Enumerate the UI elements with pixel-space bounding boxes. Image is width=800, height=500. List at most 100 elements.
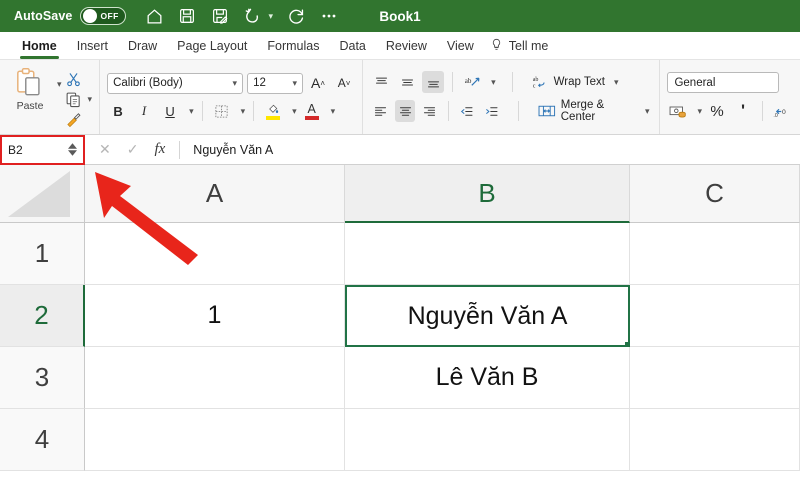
accounting-chevron-down-icon[interactable]: ▾ bbox=[697, 106, 702, 117]
wrap-text-button[interactable]: ab c Wrap Text ▾ bbox=[529, 74, 622, 91]
cell-a4[interactable] bbox=[85, 409, 345, 471]
lightbulb-icon bbox=[490, 37, 503, 55]
tab-data[interactable]: Data bbox=[329, 32, 375, 60]
insert-function-icon[interactable]: fx bbox=[154, 141, 165, 158]
fill-color-button[interactable] bbox=[262, 100, 284, 122]
tell-me-button[interactable]: Tell me bbox=[484, 32, 559, 60]
borders-chevron-down-icon[interactable]: ▾ bbox=[241, 106, 246, 117]
comma-format-button[interactable]: ' bbox=[732, 100, 754, 122]
name-box[interactable]: B2 bbox=[0, 134, 85, 165]
merge-center-button[interactable]: Merge & Center ▾ bbox=[535, 99, 652, 123]
excel-window: AutoSave OFF ▾ Book1 Home Insert Draw Pa… bbox=[0, 0, 800, 500]
font-name-chevron-down-icon[interactable]: ▾ bbox=[233, 78, 238, 89]
name-box-stepper[interactable] bbox=[68, 143, 77, 156]
cancel-entry-icon[interactable]: ✕ bbox=[99, 141, 111, 158]
confirm-entry-icon[interactable]: ✓ bbox=[127, 141, 139, 158]
autosave-toggle[interactable]: OFF bbox=[80, 7, 127, 25]
align-top-button[interactable] bbox=[370, 71, 392, 93]
orientation-button[interactable]: ab bbox=[461, 71, 483, 93]
number-format-value: General bbox=[674, 76, 716, 89]
wrap-text-chevron-down-icon[interactable]: ▾ bbox=[614, 77, 619, 88]
tab-view[interactable]: View bbox=[437, 32, 484, 60]
undo-icon[interactable] bbox=[243, 6, 263, 26]
font-color-button[interactable]: A bbox=[301, 100, 323, 122]
autosave-toggle-knob bbox=[83, 9, 98, 23]
font-size-chevron-down-icon[interactable]: ▾ bbox=[293, 78, 298, 89]
column-header-a[interactable]: A bbox=[85, 165, 345, 223]
accounting-format-button[interactable] bbox=[667, 100, 689, 122]
tab-page-layout[interactable]: Page Layout bbox=[167, 32, 257, 60]
decrease-font-size-label: A bbox=[337, 76, 346, 90]
tab-home[interactable]: Home bbox=[12, 32, 67, 60]
increase-indent-button[interactable] bbox=[482, 100, 503, 122]
decrease-decimal-button[interactable]: .0 0 bbox=[771, 100, 793, 122]
align-right-button[interactable] bbox=[419, 100, 440, 122]
paste-button[interactable]: Paste bbox=[7, 67, 53, 112]
cell-c2[interactable] bbox=[630, 285, 800, 347]
cell-c4[interactable] bbox=[630, 409, 800, 471]
cell-a1[interactable] bbox=[85, 223, 345, 285]
font-size-combo[interactable]: 12 ▾ bbox=[247, 72, 304, 94]
cut-button[interactable] bbox=[65, 71, 93, 88]
tab-formulas[interactable]: Formulas bbox=[257, 32, 329, 60]
underline-button[interactable]: U bbox=[159, 100, 181, 122]
autosave-state-label: OFF bbox=[100, 11, 119, 21]
more-icon[interactable] bbox=[319, 6, 339, 26]
font-color-letter: A bbox=[307, 101, 316, 116]
row-header-1[interactable]: 1 bbox=[0, 223, 85, 285]
tab-review[interactable]: Review bbox=[376, 32, 437, 60]
undo-chevron-down-icon[interactable]: ▾ bbox=[268, 11, 273, 22]
increase-font-size-label: A bbox=[311, 75, 321, 91]
tab-insert[interactable]: Insert bbox=[67, 32, 118, 60]
italic-label: I bbox=[141, 103, 147, 118]
percent-label: % bbox=[710, 102, 724, 120]
cell-c3[interactable] bbox=[630, 347, 800, 409]
cell-b4[interactable] bbox=[345, 409, 630, 471]
underline-chevron-down-icon[interactable]: ▾ bbox=[189, 106, 194, 117]
bold-button[interactable]: B bbox=[107, 100, 129, 122]
orientation-chevron-down-icon[interactable]: ▾ bbox=[491, 77, 496, 88]
merge-center-chevron-down-icon[interactable]: ▾ bbox=[645, 106, 650, 117]
italic-button[interactable]: I bbox=[133, 100, 155, 122]
group-number: General ▾ % ' .0 0 bbox=[659, 60, 800, 134]
row-header-4[interactable]: 4 bbox=[0, 409, 85, 471]
cell-b1[interactable] bbox=[345, 223, 630, 285]
group-clipboard: Paste ▾ ▾ bbox=[0, 60, 99, 134]
cell-b2[interactable]: Nguyễn Văn A bbox=[345, 285, 630, 347]
save-icon[interactable] bbox=[177, 6, 197, 26]
save-as-icon[interactable] bbox=[210, 6, 230, 26]
borders-button[interactable] bbox=[211, 100, 233, 122]
decrease-indent-button[interactable] bbox=[457, 100, 478, 122]
cell-c1[interactable] bbox=[630, 223, 800, 285]
row-header-2[interactable]: 2 bbox=[0, 285, 85, 347]
group-font: Calibri (Body) ▾ 12 ▾ A ˄ A ˅ B I U ▾ ▾ … bbox=[99, 60, 362, 134]
svg-text:0: 0 bbox=[782, 108, 786, 115]
align-center-button[interactable] bbox=[394, 100, 416, 122]
font-color-chevron-down-icon[interactable]: ▾ bbox=[331, 106, 336, 117]
row-header-3[interactable]: 3 bbox=[0, 347, 85, 409]
format-painter-button[interactable] bbox=[65, 111, 93, 128]
copy-button[interactable]: ▾ bbox=[65, 91, 93, 108]
cell-a2[interactable]: 1 bbox=[85, 285, 345, 347]
column-header-b[interactable]: B bbox=[345, 165, 630, 223]
paste-chevron-down-icon[interactable]: ▾ bbox=[57, 79, 62, 90]
fill-color-chevron-down-icon[interactable]: ▾ bbox=[292, 106, 297, 117]
formula-bar-input[interactable]: Nguyễn Văn A bbox=[180, 143, 273, 157]
select-all-corner[interactable] bbox=[0, 165, 85, 223]
align-bottom-button[interactable] bbox=[422, 71, 445, 93]
cell-a3[interactable] bbox=[85, 347, 345, 409]
copy-chevron-down-icon[interactable]: ▾ bbox=[88, 94, 93, 105]
redo-icon[interactable] bbox=[286, 6, 306, 26]
cell-b3[interactable]: Lê Văn B bbox=[345, 347, 630, 409]
increase-font-size-button[interactable]: A ˄ bbox=[307, 72, 329, 94]
column-header-c[interactable]: C bbox=[630, 165, 800, 223]
font-name-combo[interactable]: Calibri (Body) ▾ bbox=[107, 72, 244, 94]
tab-draw[interactable]: Draw bbox=[118, 32, 167, 60]
percent-format-button[interactable]: % bbox=[706, 100, 728, 122]
align-middle-button[interactable] bbox=[396, 71, 418, 93]
align-left-button[interactable] bbox=[370, 100, 391, 122]
formula-bar: B2 ✕ ✓ fx Nguyễn Văn A bbox=[0, 134, 800, 165]
home-icon[interactable] bbox=[144, 6, 164, 26]
number-format-combo[interactable]: General bbox=[667, 72, 780, 93]
decrease-font-size-button[interactable]: A ˅ bbox=[333, 72, 355, 94]
